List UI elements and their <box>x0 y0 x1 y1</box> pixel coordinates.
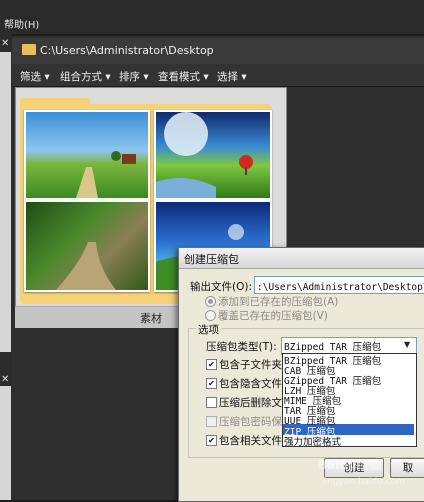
dialog-title: 创建压缩包 <box>184 253 239 266</box>
radio-add-existing[interactable] <box>205 296 216 307</box>
watermark-logo: Baidu经验 <box>318 458 381 472</box>
left-side-panel <box>0 52 11 352</box>
close-icon[interactable]: ✕ <box>1 374 9 385</box>
photo-thumbnail <box>154 110 272 200</box>
archive-type-label: 压缩包类型(T): <box>206 341 277 353</box>
checkbox-label: 包含隐含文件 <box>219 378 282 390</box>
address-path[interactable]: C:\Users\Administrator\Desktop <box>40 44 214 57</box>
group-by-menu[interactable]: 组合方式 ▾ <box>60 69 111 84</box>
checkbox-label: 包含相关文件 <box>219 435 282 447</box>
checkbox-include-subfolders[interactable]: ✔ <box>206 359 217 370</box>
filter-menu[interactable]: 筛选 ▾ <box>20 69 50 84</box>
close-icon[interactable]: ✕ <box>1 38 9 49</box>
radio-overwrite[interactable] <box>205 310 216 321</box>
folder-name[interactable]: 素材 <box>140 310 162 326</box>
cancel-button[interactable]: 取 <box>390 458 424 478</box>
dropdown-option[interactable]: 强力加密格式 <box>284 434 341 448</box>
output-file-value[interactable]: :\Users\Administrator\Desktop\素村 <box>257 279 424 293</box>
checkbox-label: 压缩后删除文 <box>219 397 282 409</box>
radio-overwrite-label: 覆盖已存在的压缩包(V) <box>218 310 328 322</box>
checkbox-delete-after[interactable] <box>206 397 217 408</box>
checkbox-password[interactable] <box>206 416 217 427</box>
select-menu[interactable]: 选择 ▾ <box>217 69 247 84</box>
checkbox-include-related[interactable]: ✔ <box>206 435 217 446</box>
sort-menu[interactable]: 排序 ▾ <box>119 69 149 84</box>
menu-bar <box>0 0 424 34</box>
chevron-down-icon[interactable]: ▼ <box>404 340 410 349</box>
checkbox-label: 压缩包密码保 <box>219 416 282 428</box>
options-label: 选项 <box>196 322 221 337</box>
left-side-panel <box>0 386 11 500</box>
radio-add-existing-label: 添加到已存在的压缩包(A) <box>218 296 339 308</box>
checkbox-label: 包含子文件夹 <box>219 359 282 371</box>
archive-type-selected[interactable]: BZipped TAR 压缩包 <box>284 339 381 353</box>
output-file-label: 输出文件(O): <box>190 281 252 293</box>
photo-thumbnail <box>24 110 150 200</box>
view-mode-menu[interactable]: 查看模式 ▾ <box>158 69 209 84</box>
photo-thumbnail <box>24 200 150 292</box>
watermark-url: jingyan.baidu.com <box>322 477 406 487</box>
right-pane <box>290 87 424 247</box>
folder-icon <box>22 44 36 55</box>
menu-help[interactable]: 帮助(H) <box>4 16 39 31</box>
checkbox-include-hidden[interactable]: ✔ <box>206 378 217 389</box>
